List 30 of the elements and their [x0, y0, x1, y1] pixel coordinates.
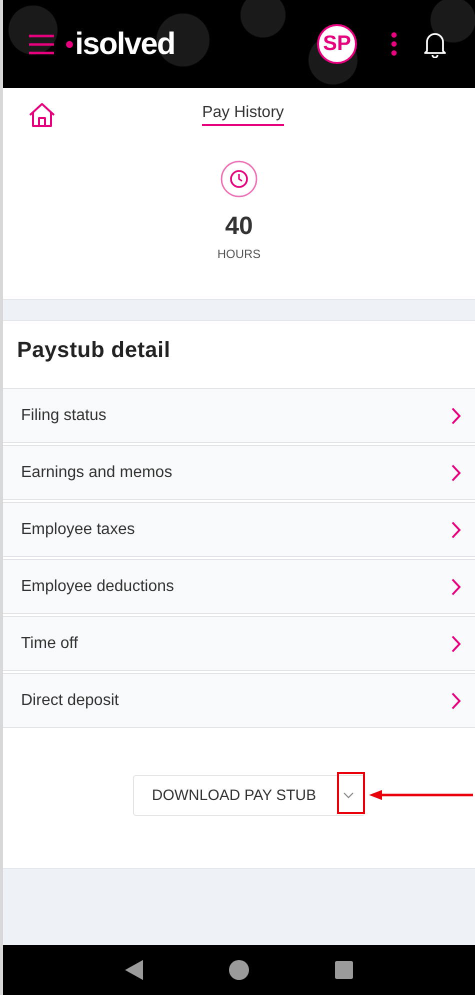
back-icon[interactable]: [125, 960, 144, 980]
chevron-right-icon: [451, 634, 461, 652]
more-options-icon[interactable]: [391, 32, 397, 56]
clock-icon: [220, 160, 258, 198]
hours-label: HOURS: [217, 247, 261, 261]
chevron-right-icon: [451, 406, 461, 424]
paystub-item[interactable]: Employee deductions: [3, 559, 475, 614]
paystub-item[interactable]: Employee taxes: [3, 502, 475, 557]
home-circle-icon[interactable]: [228, 959, 250, 981]
paystub-item[interactable]: Earnings and memos: [3, 445, 475, 500]
section-title: Paystub detail: [16, 336, 172, 364]
recent-apps-icon[interactable]: [334, 961, 353, 979]
paystub-item[interactable]: Direct deposit: [3, 673, 475, 728]
logo-dot-icon: [66, 40, 73, 48]
user-avatar[interactable]: SP: [317, 24, 357, 64]
chevron-right-icon: [451, 520, 461, 538]
download-button[interactable]: DOWNLOAD PAY STUB: [134, 776, 334, 815]
chevron-right-icon: [451, 464, 461, 482]
nav-tab[interactable]: Pay History: [202, 102, 284, 126]
hours-value: 40: [225, 212, 253, 241]
paystub-item[interactable]: Filing status: [3, 388, 475, 443]
notification-bell-icon[interactable]: [423, 30, 447, 58]
app-logo: isolved: [75, 26, 175, 62]
paystub-item[interactable]: Time off: [3, 616, 475, 671]
chevron-right-icon: [451, 578, 461, 596]
menu-button[interactable]: [29, 34, 54, 54]
highlight-box: [336, 772, 365, 814]
chevron-down-icon: [343, 792, 354, 799]
home-icon[interactable]: [27, 102, 57, 128]
chevron-right-icon: [451, 692, 461, 710]
